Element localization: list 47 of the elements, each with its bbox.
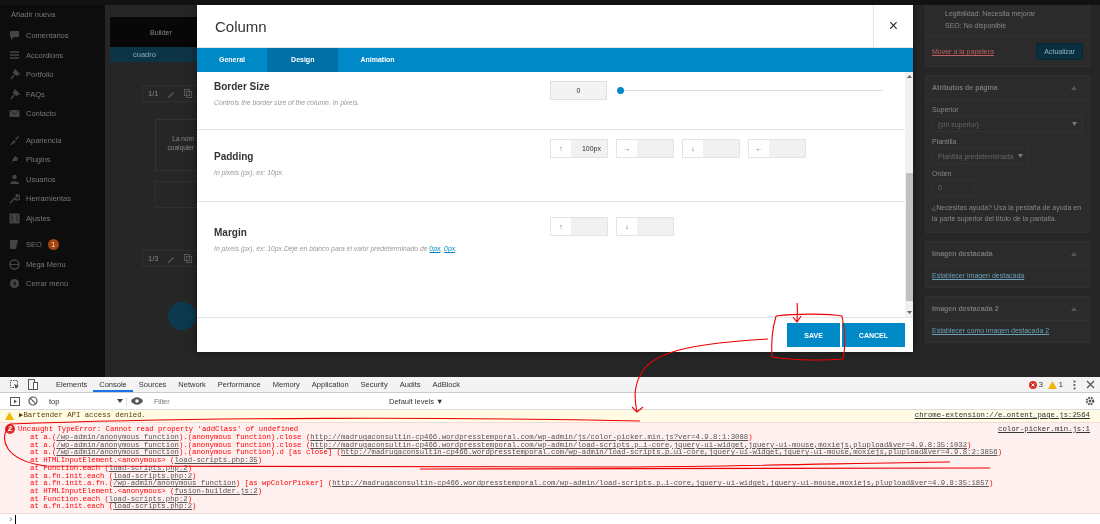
eye-icon xyxy=(131,397,143,405)
scrollbar-thumb[interactable] xyxy=(905,173,913,301)
error-icon xyxy=(1028,380,1037,389)
globe-icon xyxy=(9,258,20,270)
logo-circle xyxy=(168,302,196,330)
settings-icon xyxy=(1085,396,1095,406)
warning-icon xyxy=(1047,380,1057,389)
scroll-down-icon xyxy=(906,311,912,314)
scrollbar[interactable] xyxy=(905,72,913,317)
sidebar-toggle-icon xyxy=(10,396,20,406)
setting-label: Padding xyxy=(214,151,255,162)
envelope-icon xyxy=(9,108,20,120)
user-icon xyxy=(9,173,20,185)
dropdown-arrow-icon xyxy=(117,399,123,403)
collapse-arrow-icon xyxy=(1071,251,1077,256)
copy-icon xyxy=(184,254,193,263)
sliders-icon xyxy=(9,212,20,224)
list-icon xyxy=(9,49,20,61)
collapse-arrow-icon xyxy=(1071,306,1077,311)
text-cursor xyxy=(15,515,17,524)
pencil-icon xyxy=(167,254,176,263)
more-menu-icon xyxy=(1073,379,1076,390)
wrench-icon xyxy=(9,193,20,205)
pin-icon xyxy=(9,88,20,100)
console-prompt[interactable]: › xyxy=(8,514,14,524)
collapse-icon xyxy=(9,278,20,290)
dropdown-arrow-icon xyxy=(1072,122,1077,126)
close-button[interactable]: × xyxy=(873,5,913,47)
count-badge: 1 xyxy=(47,239,59,251)
hand-drawn-arrow xyxy=(792,302,802,323)
brush-icon xyxy=(9,134,20,146)
dropdown-arrow-icon xyxy=(1017,154,1023,158)
close-icon xyxy=(1086,380,1095,389)
repeat-count-badge: 2 xyxy=(5,424,15,434)
cursor-select-icon xyxy=(10,379,20,390)
copy-icon xyxy=(184,89,193,98)
setting-label: Border Size xyxy=(214,81,271,92)
warning-icon xyxy=(5,411,14,420)
pin-icon xyxy=(9,69,20,81)
comment-icon xyxy=(9,30,20,42)
modal-title: Column xyxy=(215,17,267,35)
setting-label: Margin xyxy=(214,227,248,238)
scroll-up-icon xyxy=(906,75,912,78)
collapse-arrow-icon xyxy=(1071,85,1077,90)
slider-thumb[interactable] xyxy=(617,87,624,94)
pencil-icon xyxy=(167,89,176,98)
clear-console-icon xyxy=(28,396,38,406)
